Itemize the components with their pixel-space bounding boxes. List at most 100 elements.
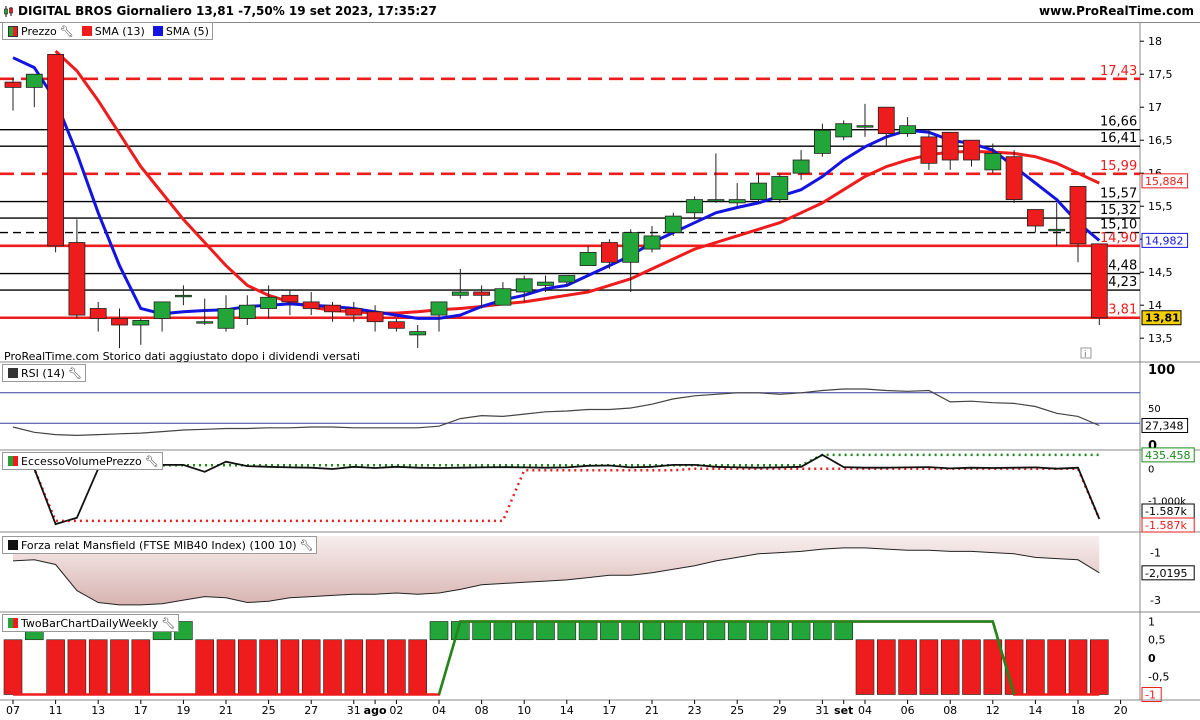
candle-body	[1005, 156, 1023, 200]
candle-body	[728, 199, 746, 204]
twobar-bar	[88, 639, 108, 695]
candlestick-logo-icon	[4, 6, 13, 17]
candle-body	[856, 125, 874, 128]
twobar-bar	[110, 639, 129, 695]
candle-body	[111, 317, 128, 326]
twobar-bar	[1026, 639, 1045, 695]
candle-body	[920, 136, 938, 164]
candle-body	[941, 131, 959, 161]
volume-swatch-icon	[8, 456, 18, 466]
rsi-swatch-icon	[8, 368, 18, 378]
twobar-bar	[749, 621, 768, 641]
x-tick-label-12: 12	[986, 704, 1000, 717]
mansfield-legend[interactable]: Forza relat Mansfield (FTSE MIB40 Index)…	[2, 536, 318, 554]
twobar-bar	[301, 639, 321, 695]
x-tick-label-07: 07	[6, 704, 20, 717]
twobar-bar	[663, 621, 683, 641]
header-bar: DIGITAL BROS Giornaliero 13,81 -7,50% 19…	[0, 0, 1200, 23]
mansfield-tick-label: -1	[1150, 547, 1161, 560]
legend-rsi: RSI (14)	[21, 366, 65, 380]
x-tick-label-27: 27	[304, 704, 318, 717]
candle-body	[771, 176, 789, 201]
candle-body	[515, 278, 533, 293]
candle-body	[643, 235, 661, 250]
site-link[interactable]: www.ProRealTime.com	[1039, 4, 1194, 18]
twobar-bar	[46, 639, 65, 695]
candle-body	[366, 311, 384, 323]
volume-signal-dotted	[13, 467, 1101, 523]
level-label-16,66: 16,66	[1100, 115, 1137, 130]
wrench-icon[interactable]: 🔧︎	[60, 25, 74, 38]
x-tick-label-20: 20	[1114, 704, 1128, 717]
twobar-bar	[898, 639, 917, 695]
twobar-legend[interactable]: TwoBarChartDailyWeekly 🔧︎	[2, 614, 180, 632]
level-label-15,99: 15,99	[1100, 159, 1137, 174]
price-tick-label: 17,5	[1148, 68, 1173, 81]
wrench-icon[interactable]: 🔧︎	[300, 539, 314, 552]
chart-title: DIGITAL BROS Giornaliero 13,81 -7,50% 19…	[18, 4, 437, 18]
x-tick-label-17: 17	[134, 704, 148, 717]
x-tick-label-04: 04	[858, 704, 872, 717]
x-tick-label-13: 13	[91, 704, 105, 717]
legend-volume: EccessoVolumePrezzo	[21, 454, 142, 468]
volume-line	[13, 453, 1101, 526]
level-label-15,57: 15,57	[1100, 187, 1137, 202]
twobar-tick-label: 1	[1148, 615, 1155, 628]
twobar-bar	[962, 639, 981, 695]
candle-body	[451, 291, 469, 296]
wrench-icon[interactable]: 🔧︎	[145, 455, 159, 468]
price-legend[interactable]: Prezzo 🔧︎ SMA (13) SMA (5)	[2, 22, 213, 40]
price-tick-label: 18	[1148, 35, 1162, 48]
twobar-bar	[216, 639, 236, 695]
price-tick-label: 15,5	[1148, 200, 1173, 213]
legend-price: Prezzo	[21, 24, 57, 38]
twobar-bar	[983, 639, 1003, 695]
twobar-bar	[940, 639, 960, 695]
candle-body	[622, 232, 640, 263]
candle-body	[473, 291, 491, 296]
twobar-bar	[131, 639, 151, 695]
twobar-bar	[365, 639, 385, 695]
twobar-bar	[791, 621, 811, 641]
level-label-15,32: 15,32	[1100, 203, 1137, 218]
candle-body	[686, 199, 703, 214]
twobar-bar	[493, 621, 513, 641]
twobar-bar	[727, 621, 747, 641]
volume-legend[interactable]: EccessoVolumePrezzo 🔧︎	[2, 452, 163, 470]
volume-upper-dotted	[13, 453, 1100, 467]
x-tick-label-31: 31	[815, 704, 829, 717]
mansfield-tick-label: -3	[1150, 594, 1161, 607]
twobar-bar	[813, 621, 832, 641]
twobar-bar	[855, 639, 875, 695]
twobar-bar	[408, 639, 428, 695]
info-icon-glyph: i	[1084, 350, 1087, 360]
twobar-bar	[1047, 639, 1066, 695]
candle-body	[324, 304, 341, 313]
candle-body	[217, 308, 235, 329]
candle-body	[25, 73, 43, 88]
candle-body	[260, 296, 278, 309]
twobar-swatch-icon	[8, 618, 18, 628]
twobar-bar	[472, 621, 491, 641]
wrench-icon[interactable]: 🔧︎	[161, 617, 175, 630]
mansfield-swatch-icon	[8, 540, 18, 550]
x-tick-label-08: 08	[475, 704, 489, 717]
candle-body	[835, 123, 853, 138]
x-tick-label-18: 18	[1071, 704, 1085, 717]
volume-badge-upper: 435.458	[1145, 449, 1191, 462]
candle-body	[792, 159, 810, 174]
candle-body	[4, 81, 22, 88]
wrench-icon[interactable]: 🔧︎	[68, 367, 82, 380]
twobar-bar	[536, 621, 555, 641]
sma13-swatch-icon	[81, 26, 92, 36]
mansfield-badge: -2,0195	[1145, 567, 1187, 580]
legend-sma5: SMA (5)	[165, 24, 209, 38]
candle-body	[409, 331, 427, 336]
twobar-bar	[67, 639, 87, 695]
rsi-legend[interactable]: RSI (14) 🔧︎	[2, 364, 86, 382]
twobar-bar	[3, 639, 23, 695]
candle-body	[387, 321, 405, 329]
twobar-bar	[1068, 639, 1088, 695]
twobar-bar	[1004, 639, 1024, 695]
x-tick-label-02: 02	[389, 704, 403, 717]
